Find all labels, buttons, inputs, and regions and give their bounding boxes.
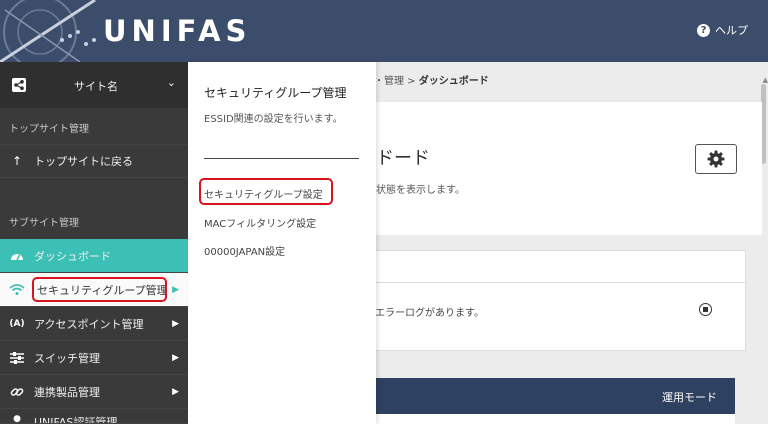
sidebar: サイト名 ⌄ トップサイト管理 ↑ トップサイトに戻る サブサイト管理 ダッシュ…: [0, 62, 188, 424]
wifi-icon: [0, 283, 34, 296]
flyout-description: ESSID関連の設定を行います。: [204, 114, 343, 125]
app-logo[interactable]: UNIFAS: [103, 14, 251, 48]
chevron-right-icon: ▶: [172, 284, 179, 295]
breadcrumb: ・管理 > ダッシュボード: [374, 72, 489, 87]
share-icon: [12, 78, 26, 92]
app-header: UNIFAS ? ヘルプ: [0, 0, 768, 62]
chevron-down-icon: ⌄: [166, 76, 176, 89]
arrow-up-icon: ↑: [11, 154, 23, 168]
link-icon: [0, 385, 34, 399]
breadcrumb-current: ダッシュボード: [418, 76, 489, 87]
highlight-box: [32, 277, 167, 302]
back-to-top-label: トップサイトに戻る: [34, 155, 133, 168]
sliders-icon: [0, 351, 34, 364]
sidebar-item-label: UNIFAS認証管理: [34, 416, 118, 424]
sidebar-item-switch[interactable]: スイッチ管理 ▶: [0, 341, 188, 375]
sidebar-item-label: 連携製品管理: [34, 385, 100, 399]
site-name: サイト名: [74, 80, 118, 93]
settings-button[interactable]: [695, 144, 737, 174]
stop-circle-icon[interactable]: [699, 303, 712, 316]
chevron-right-icon: ▶: [172, 352, 179, 363]
flyout-link-00000japan[interactable]: 00000JAPAN設定: [204, 243, 285, 258]
sidebar-item-label: ダッシュボード: [34, 249, 111, 263]
flyout-link-security-group-settings[interactable]: セキュリティグループ設定: [204, 186, 323, 201]
back-to-top-site-link[interactable]: ↑ トップサイトに戻る: [0, 144, 188, 178]
sidebar-item-auth[interactable]: ● UNIFAS認証管理: [0, 409, 188, 424]
scroll-up-icon[interactable]: ▲: [763, 76, 768, 84]
operation-mode-label: 運用モード: [662, 391, 717, 404]
sidebar-item-security-group[interactable]: セキュリティグループ管理 ▶: [0, 273, 188, 307]
error-log-message: いエラーログがあります。: [365, 308, 484, 319]
divider: [204, 158, 359, 159]
sidebar-item-linked-products[interactable]: 連携製品管理 ▶: [0, 375, 188, 409]
sidebar-item-dashboard[interactable]: ダッシュボード: [0, 239, 188, 273]
chevron-right-icon: ▶: [172, 318, 179, 329]
question-circle-icon: ?: [697, 23, 710, 37]
breadcrumb-parent[interactable]: ・管理 >: [374, 76, 419, 87]
auth-icon: ●: [13, 414, 21, 424]
flyout-link-mac-filtering[interactable]: MACフィルタリング設定: [204, 215, 316, 230]
page-description: 状態を表示します。: [376, 185, 465, 196]
chevron-right-icon: ▶: [172, 386, 179, 397]
dashboard-icon: [0, 250, 34, 262]
top-site-section-label: トップサイト管理: [9, 124, 89, 135]
security-group-flyout-menu: セキュリティグループ管理 ESSID関連の設定を行います。 セキュリティグループ…: [188, 62, 376, 424]
help-label: ヘルプ: [715, 24, 748, 37]
sub-site-section-label: サブサイト管理: [9, 218, 79, 229]
logo-mark-icon: [0, 0, 96, 62]
sidebar-item-label: スイッチ管理: [34, 351, 100, 365]
sidebar-item-label: アクセスポイント管理: [34, 317, 144, 331]
site-selector[interactable]: サイト名 ⌄: [0, 62, 188, 108]
access-point-icon: (A): [9, 318, 25, 329]
sidebar-item-access-point[interactable]: (A) アクセスポイント管理 ▶: [0, 307, 188, 341]
gear-icon: [707, 150, 725, 168]
page-title: ドード: [376, 148, 430, 169]
help-link[interactable]: ? ヘルプ: [697, 22, 748, 38]
flyout-title: セキュリティグループ管理: [204, 86, 347, 100]
